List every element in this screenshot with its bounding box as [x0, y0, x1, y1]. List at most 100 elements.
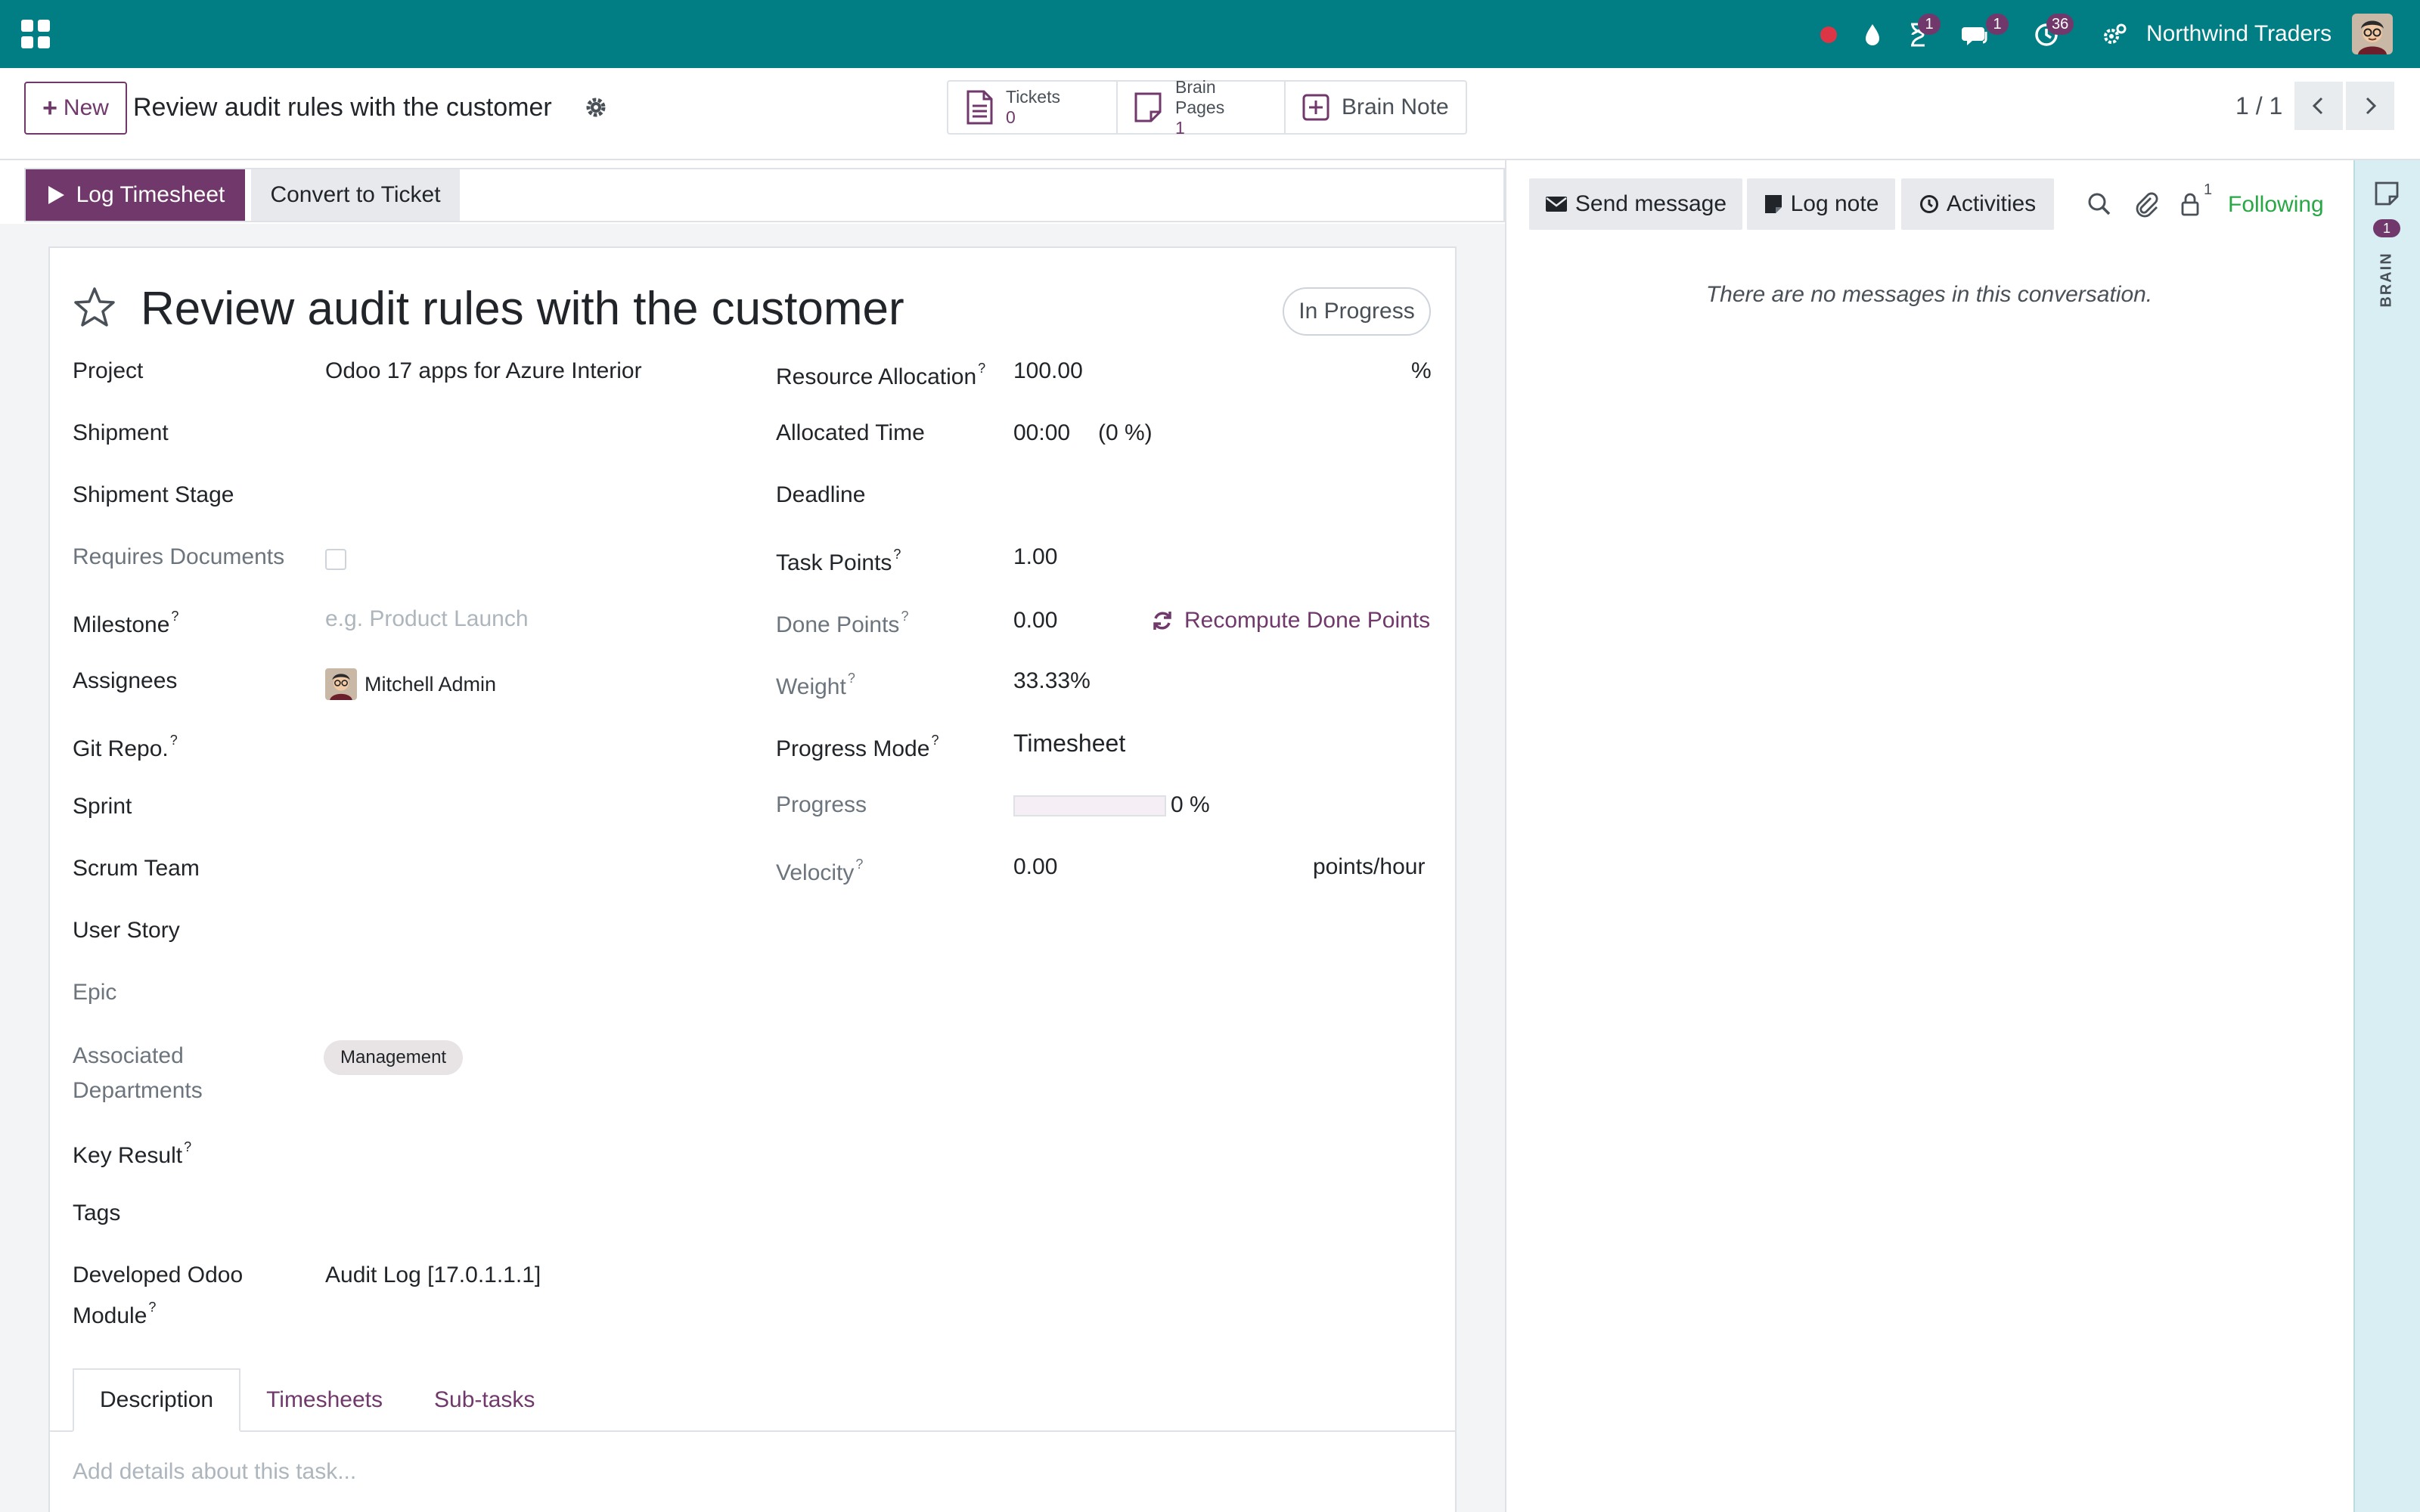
- help-tooltip-mark[interactable]: ?: [855, 857, 863, 872]
- followers-lock-icon[interactable]: [2176, 191, 2204, 218]
- plus-icon: +: [42, 93, 57, 122]
- stage-badge[interactable]: In Progress: [1283, 287, 1431, 336]
- assignee-name[interactable]: Mitchell Admin: [365, 667, 496, 702]
- progress-bar: [1013, 795, 1166, 816]
- shipment-label: Shipment: [73, 420, 169, 445]
- following-button[interactable]: Following: [2228, 187, 2324, 222]
- tab-description[interactable]: Description: [73, 1368, 241, 1432]
- help-tooltip-mark[interactable]: ?: [978, 361, 985, 376]
- log-note-button[interactable]: Log note: [1747, 178, 1895, 230]
- breadcrumb-title: Review audit rules with the customer: [133, 93, 552, 122]
- brain-pages-smart-button[interactable]: Brain Pages 1: [1118, 77, 1286, 138]
- help-tooltip-mark[interactable]: ?: [848, 671, 855, 686]
- velocity-label: Velocity?: [776, 850, 863, 891]
- brain-side-panel: [2353, 160, 2420, 1512]
- scrum-team-label: Scrum Team: [73, 856, 200, 881]
- settings-gears-icon[interactable]: [2099, 20, 2130, 50]
- associated-departments-label: Associated Departments: [73, 1039, 203, 1108]
- recording-dot-icon[interactable]: [1813, 20, 1844, 50]
- velocity-value: 0.00: [1013, 854, 1058, 879]
- weight-value: 33.33%: [1013, 668, 1091, 693]
- log-timesheet-label: Log Timesheet: [76, 182, 225, 207]
- description-editor[interactable]: Add details about this task...: [73, 1455, 356, 1489]
- tickets-count: 0: [1006, 107, 1016, 127]
- pager-value[interactable]: 1 / 1: [2235, 89, 2282, 122]
- task-points-label-text: Task Points: [776, 550, 892, 575]
- tags-label: Tags: [73, 1201, 121, 1225]
- tab-timesheets[interactable]: Timesheets: [240, 1368, 408, 1432]
- help-tooltip-mark[interactable]: ?: [893, 547, 901, 562]
- progress-mode-select[interactable]: Timesheet: [1013, 726, 1125, 761]
- document-icon: [963, 89, 995, 125]
- paperclip-icon[interactable]: [2133, 191, 2160, 218]
- task-points-field[interactable]: 1.00: [1013, 540, 1057, 575]
- notebook-tabs: Description Timesheets Sub-tasks: [73, 1368, 560, 1432]
- followers-count: 1: [2204, 181, 2213, 198]
- envelope-icon: [1545, 195, 1568, 213]
- brain-count-badge: 1: [2373, 219, 2400, 237]
- send-message-label: Send message: [1575, 191, 1727, 216]
- resource-allocation-label-text: Resource Allocation: [776, 364, 977, 389]
- tab-sub-tasks[interactable]: Sub-tasks: [408, 1368, 560, 1432]
- assignees-label: Assignees: [73, 668, 178, 693]
- drop-icon[interactable]: [1857, 20, 1888, 50]
- department-tag[interactable]: Management: [324, 1040, 464, 1075]
- allocated-time-field[interactable]: 00:00: [1013, 416, 1070, 451]
- note-icon: [1133, 91, 1165, 124]
- resource-allocation-unit: %: [1411, 358, 1432, 383]
- help-tooltip-mark[interactable]: ?: [901, 609, 908, 624]
- user-avatar[interactable]: [2352, 14, 2393, 54]
- user-story-label: User Story: [73, 918, 180, 943]
- empty-conversation-message: There are no messages in this conversati…: [1705, 282, 2153, 307]
- brain-tab-label[interactable]: BRAIN: [2378, 252, 2396, 307]
- pager-next-button[interactable]: [2346, 82, 2394, 130]
- resource-allocation-field[interactable]: 100.00: [1013, 354, 1083, 389]
- brain-pages-label: Brain Pages: [1175, 76, 1225, 117]
- gear-icon[interactable]: [584, 95, 608, 119]
- velocity-unit: points/hour: [1313, 854, 1426, 879]
- form-statusbar: Log Timesheet Convert to Ticket: [24, 168, 1505, 222]
- progress-text: 0 %: [1171, 792, 1210, 817]
- deadline-label: Deadline: [776, 482, 866, 507]
- activities-label: Activities: [1946, 191, 2037, 216]
- requires-documents-checkbox[interactable]: [325, 549, 346, 570]
- allocated-time-percent: (0 %): [1098, 420, 1153, 445]
- new-button[interactable]: + New: [24, 82, 127, 135]
- milestone-input[interactable]: e.g. Product Launch: [325, 602, 529, 637]
- clock-icon: [1919, 194, 1939, 214]
- chevron-right-icon: [2360, 95, 2381, 116]
- messages-badge: 1: [1986, 14, 2009, 35]
- associated-departments-label-line2: Departments: [73, 1078, 203, 1103]
- priority-star-icon[interactable]: [73, 286, 116, 330]
- convert-to-ticket-button[interactable]: Convert to Ticket: [251, 169, 460, 221]
- brain-note-icon[interactable]: [2373, 180, 2400, 207]
- company-name[interactable]: Northwind Traders: [2146, 20, 2332, 48]
- progress-label: Progress: [776, 792, 867, 817]
- tickets-smart-button[interactable]: Tickets 0: [948, 82, 1118, 133]
- top-navbar: 1 1 36 Northwind Traders: [0, 0, 2420, 68]
- log-timesheet-button[interactable]: Log Timesheet: [26, 169, 245, 221]
- task-title[interactable]: Review audit rules with the customer: [141, 280, 904, 339]
- sticky-note-icon: [1764, 194, 1783, 215]
- refresh-icon: [1151, 609, 1174, 632]
- help-tooltip-mark[interactable]: ?: [184, 1139, 191, 1154]
- search-icon[interactable]: [2086, 191, 2113, 218]
- chevron-left-icon: [2308, 95, 2329, 116]
- project-field[interactable]: Odoo 17 apps for Azure Interior: [325, 354, 642, 389]
- send-message-button[interactable]: Send message: [1529, 178, 1742, 230]
- activities-button[interactable]: Activities: [1901, 178, 2054, 230]
- recompute-done-points-button[interactable]: Recompute Done Points: [1151, 603, 1430, 638]
- help-tooltip-mark[interactable]: ?: [171, 609, 178, 624]
- help-tooltip-mark[interactable]: ?: [148, 1300, 156, 1315]
- progress-mode-label: Progress Mode?: [776, 726, 939, 767]
- help-tooltip-mark[interactable]: ?: [931, 733, 939, 748]
- plus-square-icon: [1301, 92, 1331, 122]
- sprint-label: Sprint: [73, 794, 132, 819]
- smart-buttons: Tickets 0 Brain Pages 1 Brain Note: [947, 77, 1467, 138]
- developed-module-label-line2: Module: [73, 1303, 147, 1328]
- pager-previous-button[interactable]: [2294, 82, 2343, 130]
- brain-note-smart-button[interactable]: Brain Note: [1286, 82, 1466, 133]
- help-tooltip-mark[interactable]: ?: [170, 733, 178, 748]
- developed-module-field[interactable]: Audit Log [17.0.1.1.1]: [325, 1258, 541, 1293]
- apps-menu-icon[interactable]: [21, 20, 50, 48]
